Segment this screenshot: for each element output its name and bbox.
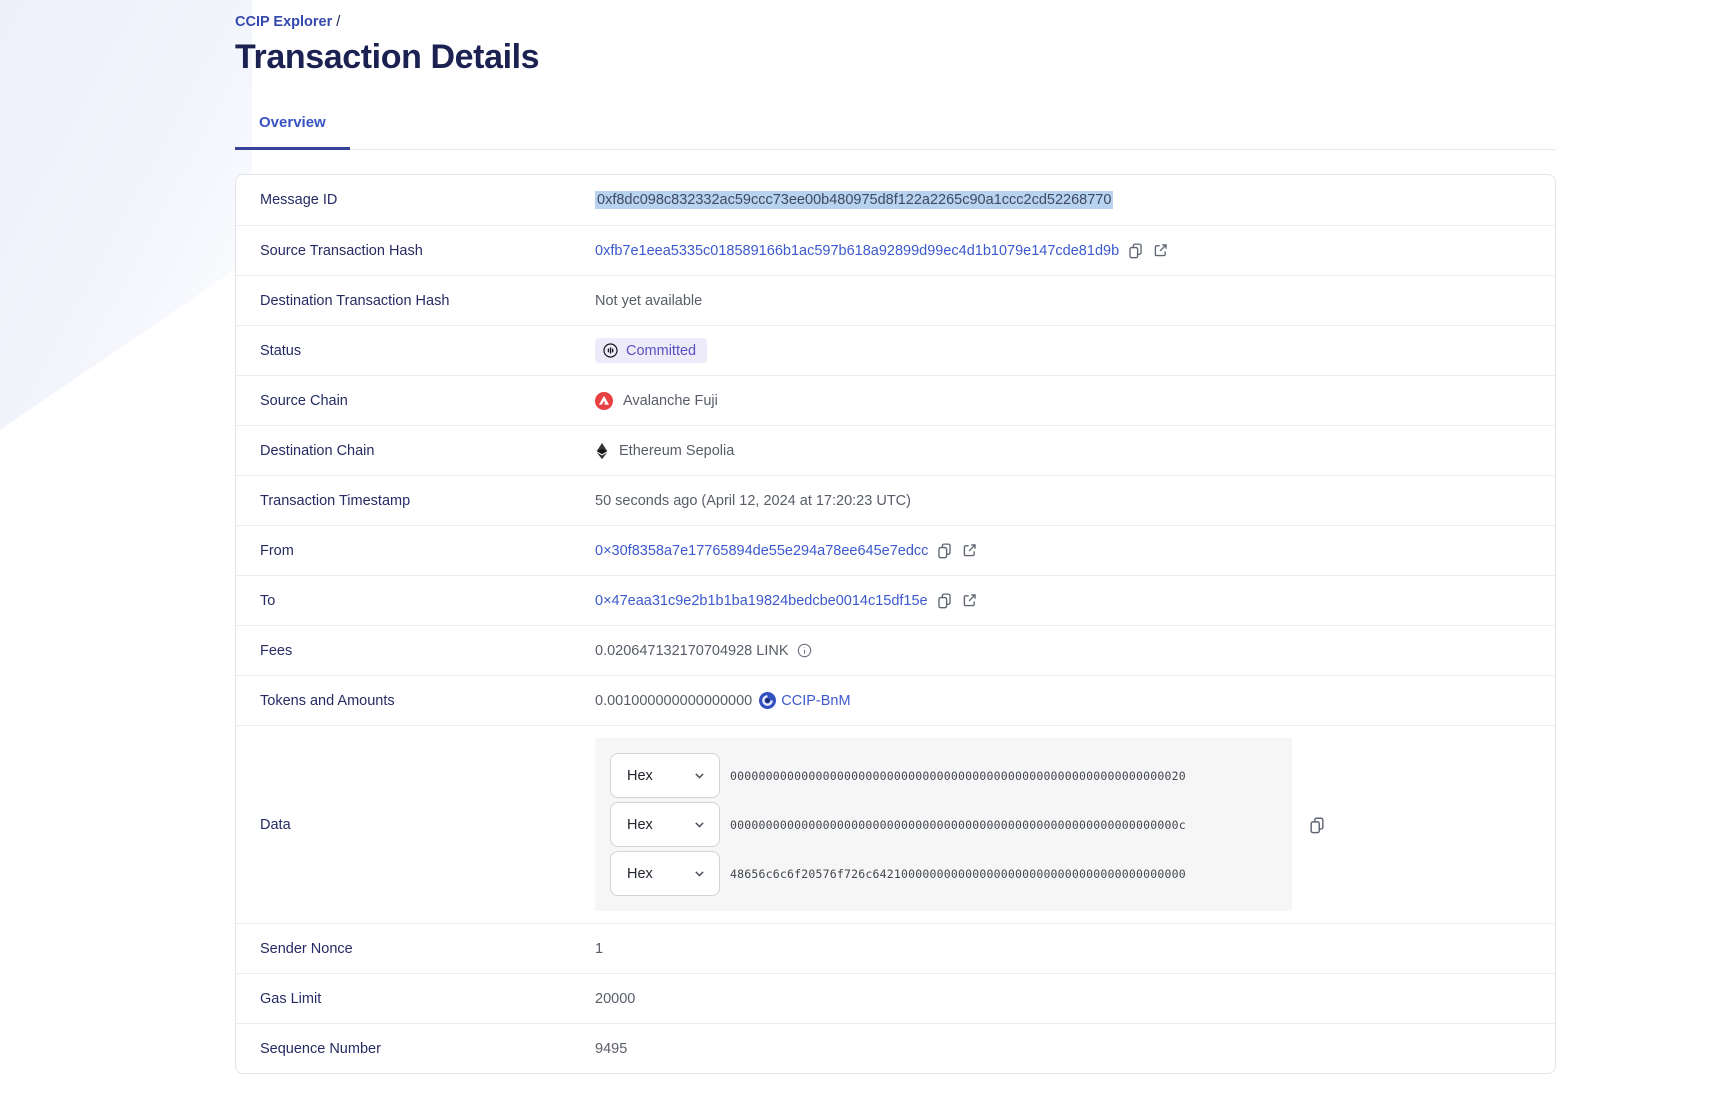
row-label: Fees bbox=[260, 643, 595, 659]
copy-icon[interactable] bbox=[936, 592, 953, 609]
row-sender-nonce: Sender Nonce 1 bbox=[236, 923, 1555, 973]
row-fees: Fees 0.020647132170704928 LINK bbox=[236, 625, 1555, 675]
data-format-select[interactable]: Hex bbox=[610, 753, 720, 798]
row-sequence-number: Sequence Number 9495 bbox=[236, 1023, 1555, 1073]
chevron-down-icon bbox=[693, 769, 706, 782]
status-badge: Committed bbox=[595, 338, 707, 363]
copy-icon[interactable] bbox=[1308, 816, 1326, 834]
token-amount: 0.001000000000000000 bbox=[595, 693, 752, 709]
gas-limit-value: 20000 bbox=[595, 991, 635, 1007]
data-hex-line: Hex 000000000000000000000000000000000000… bbox=[610, 753, 1277, 798]
tab-overview[interactable]: Overview bbox=[235, 114, 350, 150]
row-label: Data bbox=[260, 817, 595, 833]
row-destination-chain: Destination Chain Ethereum Sepolia bbox=[236, 425, 1555, 475]
external-link-icon[interactable] bbox=[961, 542, 978, 559]
data-hex-line: Hex 000000000000000000000000000000000000… bbox=[610, 802, 1277, 847]
breadcrumb-separator: / bbox=[336, 14, 340, 30]
breadcrumb: CCIP Explorer/ bbox=[235, 14, 1715, 30]
row-label: Destination Transaction Hash bbox=[260, 293, 595, 309]
data-format-select[interactable]: Hex bbox=[610, 851, 720, 896]
row-message-id: Message ID 0xf8dc098c832332ac59ccc73ee00… bbox=[236, 175, 1555, 225]
row-label: Source Transaction Hash bbox=[260, 243, 595, 259]
fees-value: 0.020647132170704928 LINK bbox=[595, 643, 789, 659]
status-badge-label: Committed bbox=[626, 343, 696, 359]
transaction-details-page: CCIP Explorer/ Transaction Details Overv… bbox=[0, 0, 1715, 1074]
to-address-link[interactable]: 0×47eaa31c9e2b1b1ba19824bedcbe0014c15df1… bbox=[595, 593, 928, 609]
info-icon[interactable] bbox=[797, 643, 812, 658]
copy-icon[interactable] bbox=[936, 542, 953, 559]
destination-transaction-hash-value: Not yet available bbox=[595, 293, 702, 309]
chevron-down-icon bbox=[693, 867, 706, 880]
data-format-select-value: Hex bbox=[627, 768, 653, 784]
source-transaction-hash-link[interactable]: 0xfb7e1eea5335c018589166b1ac597b618a9289… bbox=[595, 243, 1119, 259]
ethereum-icon bbox=[595, 442, 609, 460]
avalanche-icon bbox=[595, 392, 613, 410]
row-status: Status Committed bbox=[236, 325, 1555, 375]
from-address-link[interactable]: 0×30f8358a7e17765894de55e294a78ee645e7ed… bbox=[595, 543, 928, 559]
destination-chain-name: Ethereum Sepolia bbox=[619, 443, 734, 459]
row-label: Transaction Timestamp bbox=[260, 493, 595, 509]
sender-nonce-value: 1 bbox=[595, 941, 603, 957]
sequence-number-value: 9495 bbox=[595, 1041, 627, 1057]
row-label: Destination Chain bbox=[260, 443, 595, 459]
data-hex-value: 48656c6c6f20576f726c64210000000000000000… bbox=[730, 867, 1186, 881]
breadcrumb-ccip-explorer-link[interactable]: CCIP Explorer bbox=[235, 14, 332, 30]
data-format-select-value: Hex bbox=[627, 866, 653, 882]
tab-bar: Overview bbox=[235, 114, 1556, 150]
row-tokens-and-amounts: Tokens and Amounts 0.001000000000000000 … bbox=[236, 675, 1555, 725]
data-format-select[interactable]: Hex bbox=[610, 802, 720, 847]
message-id-value: 0xf8dc098c832332ac59ccc73ee00b480975d8f1… bbox=[595, 191, 1113, 209]
data-hex-value: 0000000000000000000000000000000000000000… bbox=[730, 769, 1186, 783]
row-source-chain: Source Chain Avalanche Fuji bbox=[236, 375, 1555, 425]
data-hex-value: 0000000000000000000000000000000000000000… bbox=[730, 818, 1186, 832]
data-hex-line: Hex 48656c6c6f20576f726c6421000000000000… bbox=[610, 851, 1277, 896]
token-link[interactable]: CCIP-BnM bbox=[759, 692, 850, 709]
transaction-details-card: Message ID 0xf8dc098c832332ac59ccc73ee00… bbox=[235, 174, 1556, 1074]
source-chain-name: Avalanche Fuji bbox=[623, 393, 718, 409]
row-to: To 0×47eaa31c9e2b1b1ba19824bedcbe0014c15… bbox=[236, 575, 1555, 625]
row-label: From bbox=[260, 543, 595, 559]
row-transaction-timestamp: Transaction Timestamp 50 seconds ago (Ap… bbox=[236, 475, 1555, 525]
row-label: Tokens and Amounts bbox=[260, 693, 595, 709]
row-label: Sender Nonce bbox=[260, 941, 595, 957]
copy-icon[interactable] bbox=[1127, 242, 1144, 259]
row-label: Gas Limit bbox=[260, 991, 595, 1007]
page-title: Transaction Details bbox=[235, 38, 1715, 77]
external-link-icon[interactable] bbox=[1152, 242, 1169, 259]
row-data: Data Hex 0000000000000000000000000000000… bbox=[236, 725, 1555, 923]
row-gas-limit: Gas Limit 20000 bbox=[236, 973, 1555, 1023]
row-source-transaction-hash: Source Transaction Hash 0xfb7e1eea5335c0… bbox=[236, 225, 1555, 275]
status-committed-icon bbox=[602, 342, 619, 359]
data-format-select-value: Hex bbox=[627, 817, 653, 833]
row-label: Sequence Number bbox=[260, 1041, 595, 1057]
data-hex-panel: Hex 000000000000000000000000000000000000… bbox=[595, 738, 1292, 911]
row-from: From 0×30f8358a7e17765894de55e294a78ee64… bbox=[236, 525, 1555, 575]
transaction-timestamp-value: 50 seconds ago (April 12, 2024 at 17:20:… bbox=[595, 493, 911, 509]
row-label: Status bbox=[260, 343, 595, 359]
ccip-bnm-token-icon bbox=[759, 692, 776, 709]
row-destination-transaction-hash: Destination Transaction Hash Not yet ava… bbox=[236, 275, 1555, 325]
row-label: To bbox=[260, 593, 595, 609]
row-label: Source Chain bbox=[260, 393, 595, 409]
chevron-down-icon bbox=[693, 818, 706, 831]
row-label: Message ID bbox=[260, 192, 595, 208]
token-name: CCIP-BnM bbox=[781, 693, 850, 709]
external-link-icon[interactable] bbox=[961, 592, 978, 609]
